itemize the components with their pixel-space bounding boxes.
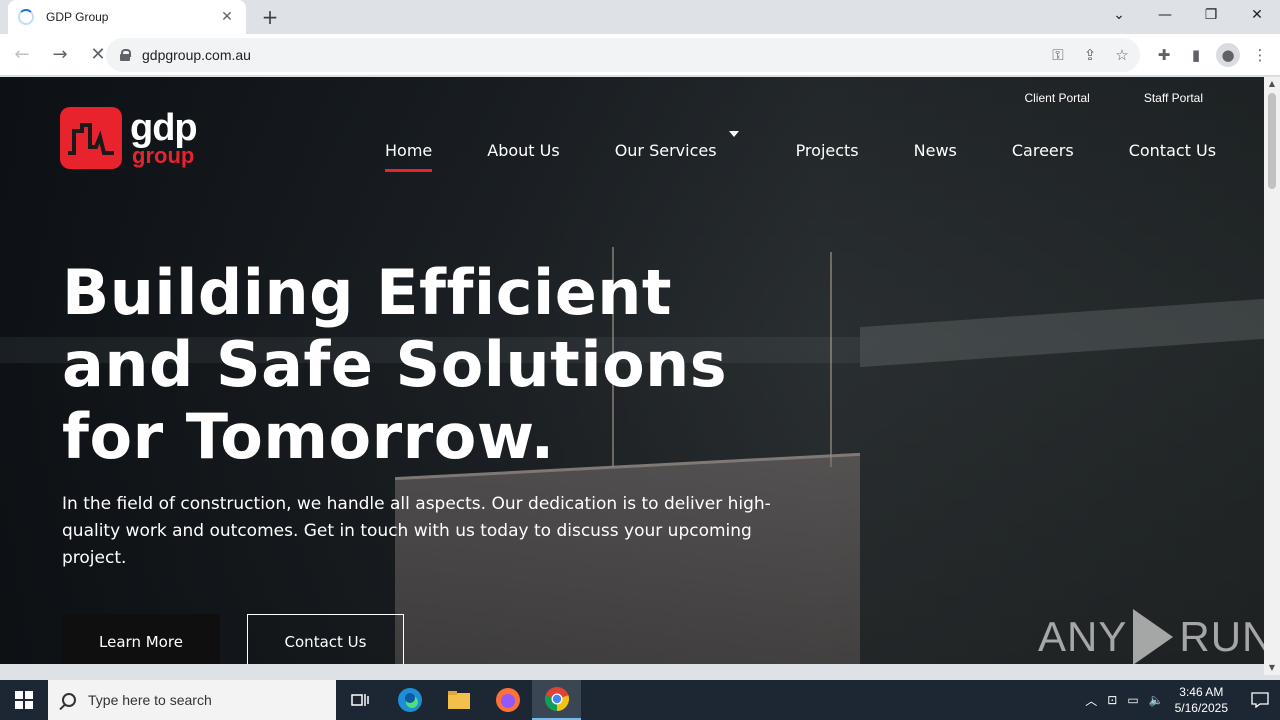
chrome-icon	[544, 687, 569, 711]
site-logo[interactable]: gdp group	[60, 107, 198, 169]
minimize-icon[interactable]: —	[1142, 0, 1188, 30]
hero-title: Building Efficient and Safe Solutions fo…	[62, 257, 727, 473]
page-viewport: gdp group Client Portal Staff Portal Hom…	[0, 77, 1264, 664]
hero-title-line: Building Efficient	[62, 256, 673, 329]
edge-icon	[397, 688, 422, 712]
back-arrow-icon[interactable]: ←	[6, 39, 38, 71]
taskbar-search-input[interactable]: Type here to search	[48, 680, 336, 720]
loading-spinner-icon	[18, 9, 34, 25]
windows-taskbar: Type here to search ︿ ⊡ ▭ 🔈 3:46 AM 5/16…	[0, 680, 1280, 720]
close-window-icon[interactable]: ✕	[1234, 0, 1280, 30]
chrome-taskbar-button[interactable]	[532, 680, 581, 720]
play-icon	[1133, 609, 1174, 664]
scroll-thumb[interactable]	[1268, 93, 1276, 189]
firefox-icon	[495, 688, 520, 712]
hero-title-line: for Tomorrow.	[62, 400, 555, 473]
bookmark-star-icon[interactable]: ☆	[1112, 46, 1132, 64]
nav-about-us[interactable]: About Us	[487, 141, 559, 172]
watermark-left-text: ANY	[1038, 613, 1128, 660]
file-explorer-taskbar-button[interactable]	[434, 680, 483, 720]
key-icon[interactable]: ⚿	[1048, 46, 1068, 64]
client-portal-link[interactable]: Client Portal	[1024, 91, 1089, 105]
menu-kebab-icon[interactable]: ⋮	[1248, 43, 1272, 67]
logo-gdp-text: gdp	[130, 107, 198, 149]
logo-group-text: group	[132, 143, 195, 168]
nav-careers[interactable]: Careers	[1012, 141, 1074, 172]
nav-our-services-label[interactable]: Our Services	[615, 141, 717, 172]
main-nav: Home About Us Our Services Projects News…	[385, 131, 1216, 172]
tab-search-icon[interactable]: ⌄	[1096, 0, 1142, 30]
learn-more-button[interactable]: Learn More	[62, 614, 220, 664]
address-bar[interactable]: gdpgroup.com.au ⚿ ⇪ ☆	[106, 38, 1140, 72]
side-panel-icon[interactable]: ▮	[1184, 43, 1208, 67]
profile-avatar-icon[interactable]: ●	[1216, 43, 1240, 67]
browser-toolbar: ← → ✕ gdpgroup.com.au ⚿ ⇪ ☆ ✚ ▮ ● ⋮	[0, 34, 1280, 76]
watermark-right-text: RUN	[1179, 613, 1264, 660]
task-view-icon	[350, 694, 369, 706]
logo-mark-icon	[60, 107, 122, 169]
tab-strip: GDP Group ✕ + ⌄ — ❐ ✕	[0, 0, 1280, 34]
window-controls: ⌄ — ❐ ✕	[1096, 0, 1280, 30]
system-tray: ︿ ⊡ ▭ 🔈 3:46 AM 5/16/2025	[1080, 680, 1280, 720]
taskbar-clock[interactable]: 3:46 AM 5/16/2025	[1175, 684, 1228, 716]
anyrun-watermark: ANY RUN	[1038, 609, 1264, 664]
hero-description: In the field of construction, we handle …	[62, 494, 771, 568]
chevron-down-icon[interactable]	[728, 131, 739, 137]
notifications-button[interactable]	[1240, 680, 1280, 720]
task-view-button[interactable]	[336, 680, 385, 720]
clock-time: 3:46 AM	[1179, 685, 1224, 699]
extensions-icon[interactable]: ✚	[1152, 43, 1176, 67]
edge-taskbar-button[interactable]	[385, 680, 434, 720]
browser-tab[interactable]: GDP Group ✕	[8, 0, 246, 34]
volume-icon[interactable]: 🔈	[1149, 693, 1164, 707]
new-tab-button[interactable]: +	[258, 6, 282, 28]
top-links: Client Portal Staff Portal	[1024, 91, 1203, 105]
url-text[interactable]: gdpgroup.com.au	[142, 47, 251, 63]
nav-contact-us[interactable]: Contact Us	[1129, 141, 1216, 172]
scroll-up-icon[interactable]: ▲	[1264, 77, 1280, 91]
building-band	[860, 298, 1264, 368]
page-scrollbar[interactable]: ▲ ▼	[1264, 77, 1280, 675]
cable	[830, 252, 832, 467]
windows-logo-icon	[15, 691, 33, 709]
clock-date: 5/16/2025	[1174, 701, 1228, 715]
start-button[interactable]	[0, 680, 48, 720]
restore-icon[interactable]: ❐	[1188, 0, 1234, 30]
nav-projects[interactable]: Projects	[796, 141, 859, 172]
nav-news[interactable]: News	[914, 141, 957, 172]
nav-home[interactable]: Home	[385, 141, 433, 172]
hero-title-line: and Safe Solutions	[62, 328, 728, 401]
firefox-taskbar-button[interactable]	[483, 680, 532, 720]
forward-arrow-icon[interactable]: →	[44, 39, 76, 71]
chevron-up-icon[interactable]: ︿	[1085, 692, 1097, 709]
search-icon	[62, 693, 76, 707]
share-icon[interactable]: ⇪	[1080, 46, 1100, 64]
staff-portal-link[interactable]: Staff Portal	[1144, 91, 1203, 105]
tab-close-icon[interactable]: ✕	[218, 9, 236, 25]
nav-our-services[interactable]: Our Services	[615, 131, 739, 172]
notification-icon	[1251, 692, 1269, 708]
lock-icon[interactable]	[120, 49, 131, 61]
contact-us-button[interactable]: Contact Us	[247, 614, 404, 664]
network-adapter-icon[interactable]: ⊡	[1107, 693, 1117, 707]
scroll-down-icon[interactable]: ▼	[1264, 661, 1280, 675]
folder-icon	[447, 691, 470, 709]
taskbar-search-placeholder: Type here to search	[88, 692, 212, 708]
tab-title: GDP Group	[46, 10, 109, 24]
network-icon[interactable]: ▭	[1127, 693, 1138, 707]
